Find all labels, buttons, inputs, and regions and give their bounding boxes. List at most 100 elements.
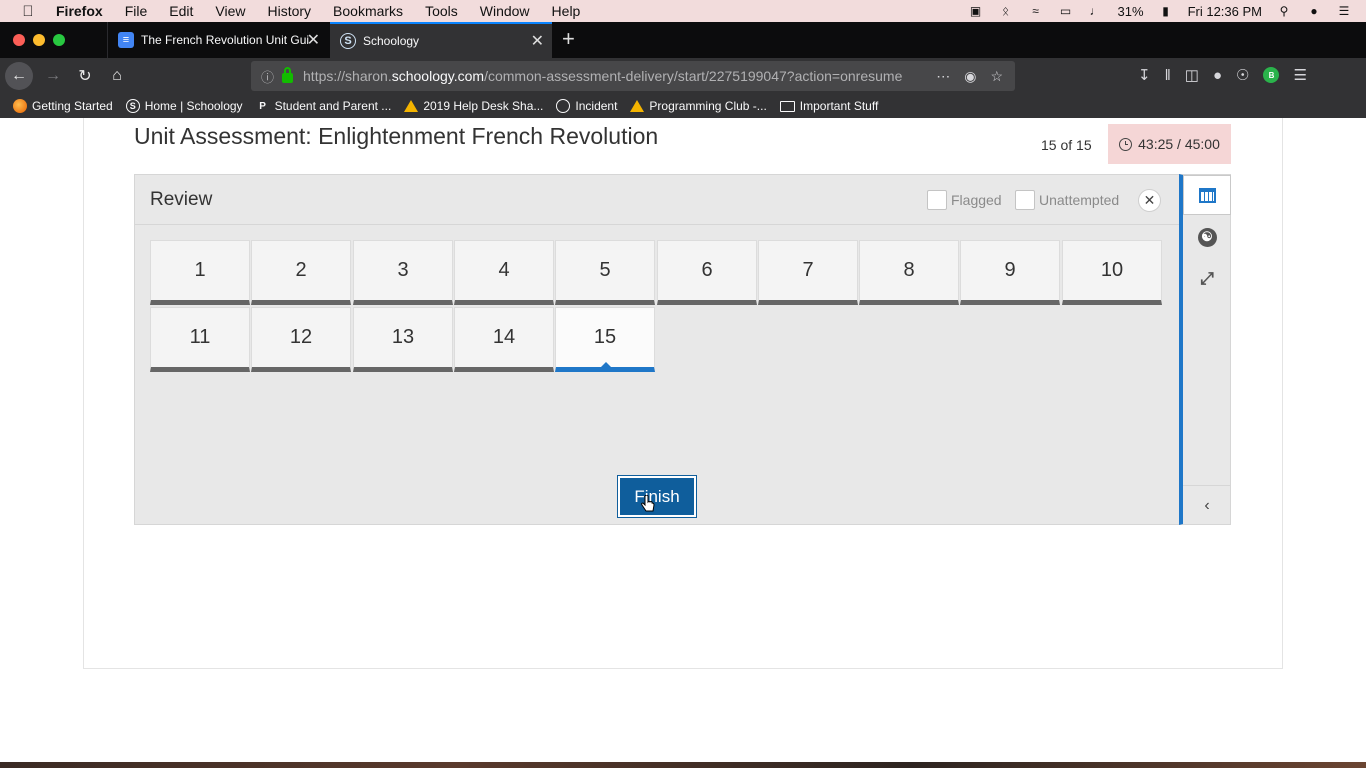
assessment-side-tools: ☯ ⤢ ‹: [1179, 174, 1231, 525]
finish-button[interactable]: Finish: [617, 475, 697, 518]
secure-lock-icon[interactable]: [282, 66, 294, 83]
menu-history[interactable]: History: [267, 3, 311, 19]
assessment-title: Unit Assessment: Enlightenment French Re…: [134, 123, 659, 149]
close-review-button[interactable]: ✕: [1138, 189, 1161, 212]
menu-clock[interactable]: Fri 12:36 PM: [1188, 4, 1262, 19]
hand-cursor-icon: [641, 495, 655, 512]
accessibility-icon: ☯: [1197, 227, 1217, 247]
bookmark-getting-started[interactable]: Getting Started: [13, 99, 113, 113]
spotlight-search-icon[interactable]: ⚲: [1276, 4, 1292, 18]
tab-title: The French Revolution Unit Guide: [141, 33, 309, 47]
bookmark-star-icon[interactable]: ☆: [990, 68, 1003, 85]
wifi-icon[interactable]: ≈: [1028, 4, 1044, 18]
airplay-icon[interactable]: ▭: [1058, 4, 1074, 18]
schoology-icon: S: [340, 33, 356, 49]
review-panel: Review Flagged Unattempted ✕ 1 2 3 4 5 6…: [134, 174, 1181, 525]
question-button-15-current[interactable]: 15: [555, 307, 655, 372]
bookmark-home-schoology[interactable]: S Home | Schoology: [125, 99, 243, 113]
window-close-button[interactable]: [13, 34, 25, 46]
firefox-account-icon[interactable]: ●: [1213, 67, 1222, 84]
fullscreen-button[interactable]: ⤢: [1183, 259, 1231, 299]
review-calendar-button[interactable]: [1183, 175, 1231, 215]
menu-file[interactable]: File: [125, 3, 148, 19]
question-counter: 15 of 15: [1041, 137, 1092, 153]
apple-menu-icon[interactable]: : [20, 3, 36, 20]
page-actions-icon[interactable]: ⋯: [936, 68, 950, 85]
question-button-13[interactable]: 13: [353, 307, 453, 372]
question-button-14[interactable]: 14: [454, 307, 554, 372]
extension-icon[interactable]: ☉: [1236, 66, 1249, 84]
bookmark-label: Important Stuff: [799, 99, 879, 113]
profile-avatar-icon[interactable]: B: [1263, 67, 1280, 83]
bluetooth-icon[interactable]: ᛟ: [998, 4, 1014, 18]
bookmark-label: Programming Club -...: [649, 99, 767, 113]
question-button-3[interactable]: 3: [353, 240, 453, 305]
macos-menu-bar:  Firefox File Edit View History Bookmar…: [0, 0, 1366, 22]
menu-edit[interactable]: Edit: [169, 3, 193, 19]
bookmark-label: Incident: [575, 99, 618, 113]
menu-bookmarks[interactable]: Bookmarks: [333, 3, 403, 19]
notification-center-icon[interactable]: ☰: [1336, 4, 1352, 18]
question-button-1[interactable]: 1: [150, 240, 250, 305]
menu-view[interactable]: View: [215, 3, 245, 19]
tab-french-revolution-guide[interactable]: ≡ The French Revolution Unit Guide ✕: [107, 22, 328, 58]
menu-help[interactable]: Help: [552, 3, 581, 19]
downloads-icon[interactable]: ↧: [1138, 66, 1151, 84]
bookmark-important-stuff[interactable]: Important Stuff: [779, 99, 879, 113]
tab-schoology[interactable]: S Schoology ✕: [330, 22, 552, 58]
tab-close-icon[interactable]: ✕: [307, 30, 320, 50]
collapse-panel-button[interactable]: ‹: [1183, 485, 1231, 525]
question-button-8[interactable]: 8: [859, 240, 959, 305]
bookmark-label: Student and Parent ...: [274, 99, 392, 113]
flagged-filter[interactable]: Flagged: [927, 190, 1002, 210]
timer-value: 43:25 / 45:00: [1138, 136, 1220, 152]
unattempted-label: Unattempted: [1039, 192, 1120, 208]
battery-icon[interactable]: ▮: [1158, 4, 1174, 18]
site-info-icon[interactable]: ⓘ: [261, 67, 274, 86]
tab-title: Schoology: [363, 34, 420, 48]
menu-tools[interactable]: Tools: [425, 3, 458, 19]
question-button-4[interactable]: 4: [454, 240, 554, 305]
question-button-9[interactable]: 9: [960, 240, 1060, 305]
home-icon[interactable]: ⌂: [103, 62, 131, 90]
bookmark-label: Getting Started: [32, 99, 113, 113]
unattempted-filter[interactable]: Unattempted: [1015, 190, 1119, 210]
browser-nav-bar: ← → ↻ ⌂ ⓘ https://sharon.schoology.com/c…: [0, 58, 1366, 94]
back-arrow-icon[interactable]: ←: [5, 62, 33, 90]
question-button-11[interactable]: 11: [150, 307, 250, 372]
google-docs-icon: ≡: [118, 32, 134, 48]
unattempted-checkbox[interactable]: [1015, 190, 1035, 210]
window-minimize-button[interactable]: [33, 34, 45, 46]
battery-percent[interactable]: 31%: [1118, 4, 1144, 19]
tab-close-icon[interactable]: ✕: [531, 31, 544, 51]
menu-window[interactable]: Window: [480, 3, 530, 19]
menu-app-firefox[interactable]: Firefox: [56, 3, 103, 19]
dropbox-icon[interactable]: ▣: [968, 4, 984, 18]
question-button-7[interactable]: 7: [758, 240, 858, 305]
question-button-6[interactable]: 6: [657, 240, 757, 305]
question-button-5[interactable]: 5: [555, 240, 655, 305]
p-icon: P: [259, 100, 266, 112]
bookmark-student-parent[interactable]: P Student and Parent ...: [256, 99, 392, 113]
siri-icon[interactable]: ●: [1306, 4, 1322, 18]
question-button-10[interactable]: 10: [1062, 240, 1162, 305]
reload-icon[interactable]: ↻: [71, 62, 99, 90]
flagged-checkbox[interactable]: [927, 190, 947, 210]
library-icon[interactable]: ‖: [1165, 67, 1171, 84]
hamburger-menu-icon[interactable]: ☰: [1293, 66, 1306, 84]
accessibility-button[interactable]: ☯: [1183, 217, 1231, 257]
bookmark-programming-club[interactable]: Programming Club -...: [630, 99, 767, 113]
sidebar-icon[interactable]: ◫: [1185, 66, 1199, 84]
forward-arrow-icon[interactable]: →: [39, 62, 67, 90]
address-bar[interactable]: ⓘ https://sharon.schoology.com/common-as…: [251, 61, 1015, 91]
bookmark-incident[interactable]: Incident: [556, 99, 617, 113]
volume-icon[interactable]: ♩: [1088, 4, 1104, 18]
question-button-2[interactable]: 2: [251, 240, 351, 305]
bookmark-help-desk[interactable]: 2019 Help Desk Sha...: [404, 99, 543, 113]
new-tab-icon[interactable]: +: [562, 28, 575, 50]
pocket-icon[interactable]: ◉: [964, 68, 976, 85]
bookmarks-toolbar: Getting Started S Home | Schoology P Stu…: [0, 94, 1366, 118]
url-text[interactable]: https://sharon.schoology.com/common-asse…: [303, 68, 903, 84]
window-zoom-button[interactable]: [53, 34, 65, 46]
question-button-12[interactable]: 12: [251, 307, 351, 372]
